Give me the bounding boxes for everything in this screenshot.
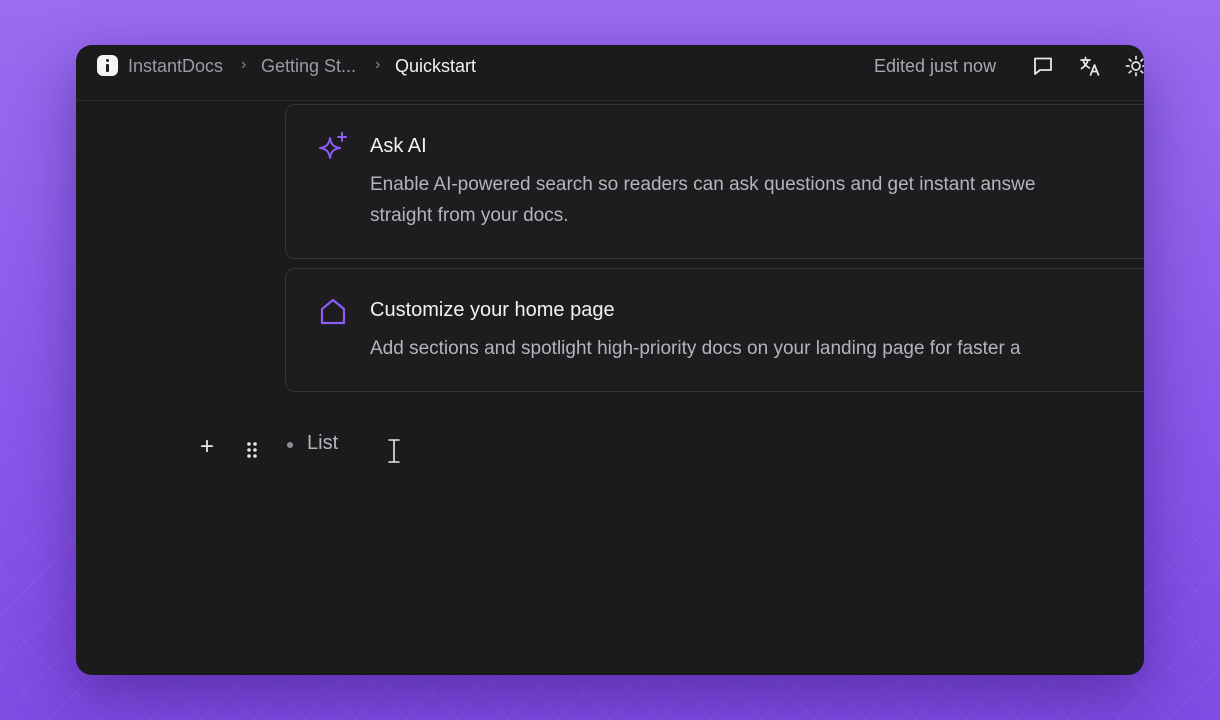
edited-status: Edited just now [874,56,997,76]
instantdocs-logo-icon[interactable] [97,55,118,76]
customize-home-card[interactable]: Customize your home page Add sections an… [285,268,1144,392]
card-title: Ask AI [370,135,427,157]
editor-window: InstantDocs › Getting St... › Quickstart… [76,45,1144,675]
card-description-line: Enable AI-powered search so readers can … [370,174,1036,195]
sparkle-icon [319,132,347,159]
ask-ai-card[interactable]: Ask AI Enable AI-powered search so reade… [285,104,1144,259]
list-item-text[interactable]: List [307,432,338,455]
card-description-line: straight from your docs. [370,205,569,226]
text-cursor-icon [387,438,401,464]
card-description: Add sections and spotlight high-priority… [370,333,1021,364]
translate-icon[interactable] [1079,55,1101,77]
breadcrumb-getting-started[interactable]: Getting St... [261,56,356,77]
sun-icon[interactable] [1125,55,1144,77]
list-bullet [287,442,293,448]
breadcrumb-instantdocs[interactable]: InstantDocs [128,56,223,77]
breadcrumb-quickstart: Quickstart [395,56,477,76]
home-icon [320,298,346,325]
card-description-line: Add sections and spotlight high-priority… [370,338,1021,359]
comment-icon[interactable] [1032,55,1054,77]
card-title: Customize your home page [370,299,615,321]
chevron-right-icon: › [375,56,381,73]
card-description: Enable AI-powered search so readers can … [370,169,1035,231]
add-block-button[interactable]: + [200,435,214,459]
chevron-right-icon: › [241,56,247,73]
drag-handle-icon[interactable] [246,441,258,459]
top-bar: InstantDocs › Getting St... › Quickstart… [76,45,1144,101]
